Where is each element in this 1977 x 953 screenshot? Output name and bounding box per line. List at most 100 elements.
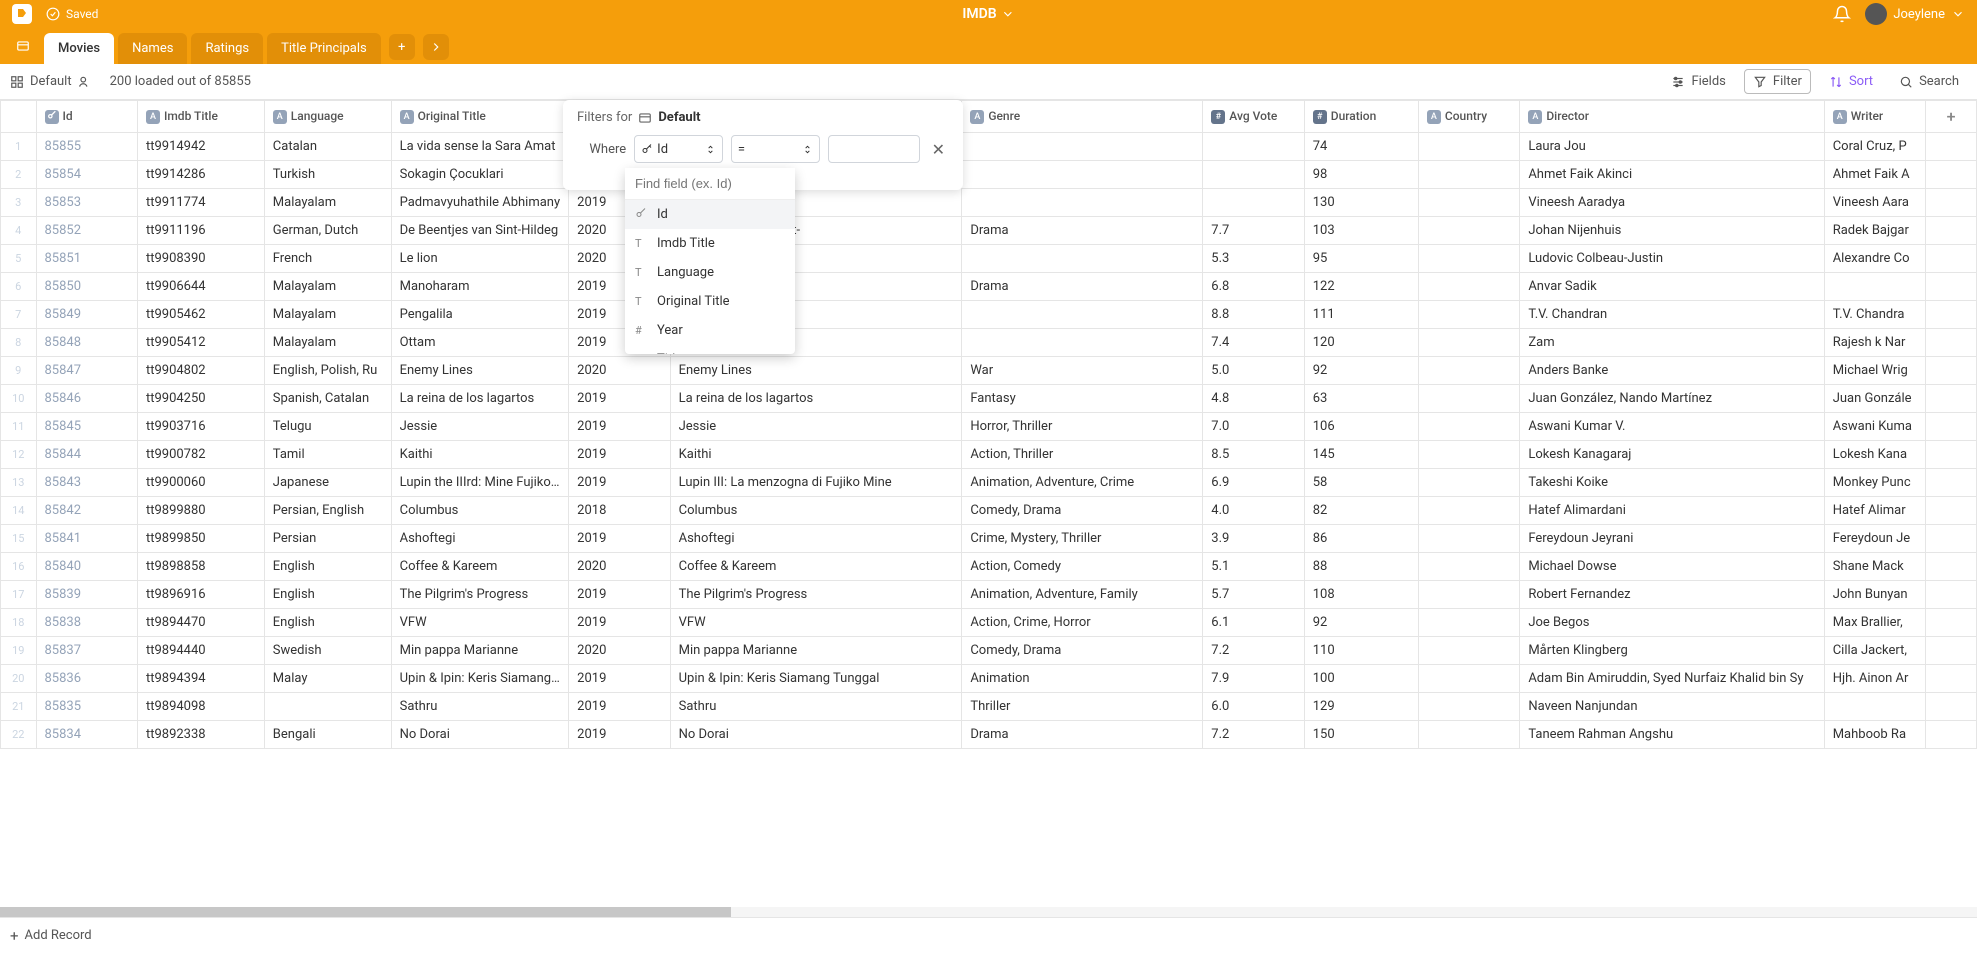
table-row[interactable]: 585851tt9908390FrenchLe lion2020Le lion5…	[1, 245, 1977, 273]
cell[interactable]: 85853	[36, 189, 137, 217]
cell[interactable]: Lupin the IIIrd: Mine Fujiko n	[391, 469, 569, 497]
cell[interactable]: Action, Crime, Horror	[962, 609, 1203, 637]
table-row[interactable]: 685850tt9906644MalayalamManoharam2019Man…	[1, 273, 1977, 301]
field-option[interactable]: TImdb Title	[625, 229, 795, 258]
cell[interactable]: Anders Banke	[1520, 357, 1824, 385]
cell[interactable]: Jessie	[670, 413, 962, 441]
cell[interactable]: 88	[1304, 553, 1418, 581]
table-row[interactable]: 385853tt9911774MalayalamPadmavyuhathile …	[1, 189, 1977, 217]
cell[interactable]: Cilla Jackert,	[1824, 637, 1925, 665]
cell[interactable]	[1418, 273, 1519, 301]
cell[interactable]: Sokagin Çocuklari	[391, 161, 569, 189]
add-column-button[interactable]: +	[1926, 101, 1977, 133]
cell[interactable]: T.V. Chandran	[1520, 301, 1824, 329]
cell[interactable]: Persian	[264, 525, 391, 553]
column-header[interactable]: #Duration	[1304, 101, 1418, 133]
cell[interactable]: Zam	[1520, 329, 1824, 357]
cell[interactable]: Min pappa Marianne	[391, 637, 569, 665]
cell[interactable]: 129	[1304, 693, 1418, 721]
cell[interactable]	[962, 189, 1203, 217]
add-record-button[interactable]: + Add Record	[10, 927, 92, 945]
cell[interactable]: 7.9	[1203, 665, 1304, 693]
more-tables-button[interactable]	[423, 34, 449, 60]
field-option[interactable]: TTitle	[625, 345, 795, 354]
cell[interactable]: Vineesh Aaradya	[1520, 189, 1824, 217]
cell[interactable]: Naveen Nanjundan	[1520, 693, 1824, 721]
field-option[interactable]: Id	[625, 200, 795, 229]
cell[interactable]: Malayalam	[264, 273, 391, 301]
table-row[interactable]: 1185845tt9903716TeluguJessie2019JessieHo…	[1, 413, 1977, 441]
cell[interactable]	[1418, 189, 1519, 217]
cell[interactable]: 7.2	[1203, 721, 1304, 749]
cell[interactable]: Swedish	[264, 637, 391, 665]
cell[interactable]: 85854	[36, 161, 137, 189]
cell[interactable]: Enemy Lines	[670, 357, 962, 385]
cell[interactable]: Ahmet Faik A	[1824, 161, 1925, 189]
cell[interactable]: 5.0	[1203, 357, 1304, 385]
cell[interactable]: 2020	[569, 357, 670, 385]
field-search-input[interactable]	[625, 168, 795, 200]
cell[interactable]: Malayalam	[264, 189, 391, 217]
cell[interactable]: The Pilgrim's Progress	[391, 581, 569, 609]
cell[interactable]: 2019	[569, 693, 670, 721]
cell[interactable]: Spanish, Catalan	[264, 385, 391, 413]
cell[interactable]: Fereydoun Jeyrani	[1520, 525, 1824, 553]
cell[interactable]: Anvar Sadik	[1520, 273, 1824, 301]
cell[interactable]: 92	[1304, 609, 1418, 637]
cell[interactable]: Jessie	[391, 413, 569, 441]
cell[interactable]: 85848	[36, 329, 137, 357]
cell[interactable]: 98	[1304, 161, 1418, 189]
cell[interactable]: Hatef Alimar	[1824, 497, 1925, 525]
table-row[interactable]: 1585841tt9899850PersianAshoftegi2019Asho…	[1, 525, 1977, 553]
cell[interactable]: Crime, Mystery, Thriller	[962, 525, 1203, 553]
cell[interactable]: Tamil	[264, 441, 391, 469]
cell[interactable]	[1418, 413, 1519, 441]
table-row[interactable]: 1985837tt9894440SwedishMin pappa Mariann…	[1, 637, 1977, 665]
cell[interactable]: Japanese	[264, 469, 391, 497]
cell[interactable]: 5.7	[1203, 581, 1304, 609]
cell[interactable]: 4.8	[1203, 385, 1304, 413]
cell[interactable]: Manoharam	[391, 273, 569, 301]
cell[interactable]: Coffee & Kareem	[670, 553, 962, 581]
cell[interactable]: tt9914286	[137, 161, 264, 189]
cell[interactable]: English	[264, 581, 391, 609]
column-header[interactable]: ADirector	[1520, 101, 1824, 133]
cell[interactable]	[1203, 189, 1304, 217]
cell[interactable]: tt9908390	[137, 245, 264, 273]
cell[interactable]: 122	[1304, 273, 1418, 301]
cell[interactable]: Coral Cruz, P	[1824, 133, 1925, 161]
cell[interactable]: Columbus	[391, 497, 569, 525]
cell[interactable]: 85835	[36, 693, 137, 721]
cell[interactable]: Le lion	[391, 245, 569, 273]
cell[interactable]: Pengalila	[391, 301, 569, 329]
table-row[interactable]: 2285834tt9892338BengaliNo Dorai2019No Do…	[1, 721, 1977, 749]
cell[interactable]: tt9905412	[137, 329, 264, 357]
table-row[interactable]: 1085846tt9904250Spanish, CatalanLa reina…	[1, 385, 1977, 413]
column-header[interactable]: AWriter	[1824, 101, 1925, 133]
cell[interactable]: tt9898858	[137, 553, 264, 581]
cell[interactable]: 2019	[569, 469, 670, 497]
cell[interactable]: 103	[1304, 217, 1418, 245]
cell[interactable]: Rajesh k Nar	[1824, 329, 1925, 357]
filter-field-select[interactable]: Id	[634, 135, 723, 163]
filter-value-input[interactable]	[828, 135, 920, 163]
cell[interactable]: 2019	[569, 441, 670, 469]
cell[interactable]: Padmavyuhathile Abhimany	[391, 189, 569, 217]
filter-operator-select[interactable]: =	[731, 135, 820, 163]
cell[interactable]: Lupin III: La menzogna di Fujiko Mine	[670, 469, 962, 497]
cell[interactable]	[1418, 469, 1519, 497]
cell[interactable]: Radek Bajgar	[1824, 217, 1925, 245]
cell[interactable]: 120	[1304, 329, 1418, 357]
cell[interactable]: Ottam	[391, 329, 569, 357]
cell[interactable]: French	[264, 245, 391, 273]
cell[interactable]: tt9904250	[137, 385, 264, 413]
cell[interactable]: 5.3	[1203, 245, 1304, 273]
cell[interactable]: John Bunyan	[1824, 581, 1925, 609]
cell[interactable]: English, Polish, Ru	[264, 357, 391, 385]
cell[interactable]: 63	[1304, 385, 1418, 413]
cell[interactable]: De Beentjes van Sint-Hildeg	[391, 217, 569, 245]
cell[interactable]: Persian, English	[264, 497, 391, 525]
table-row[interactable]: 985847tt9904802English, Polish, RuEnemy …	[1, 357, 1977, 385]
cell[interactable]: 8.8	[1203, 301, 1304, 329]
data-grid[interactable]: IdAImdb TitleALanguageAOriginal Title#Ye…	[0, 100, 1977, 917]
